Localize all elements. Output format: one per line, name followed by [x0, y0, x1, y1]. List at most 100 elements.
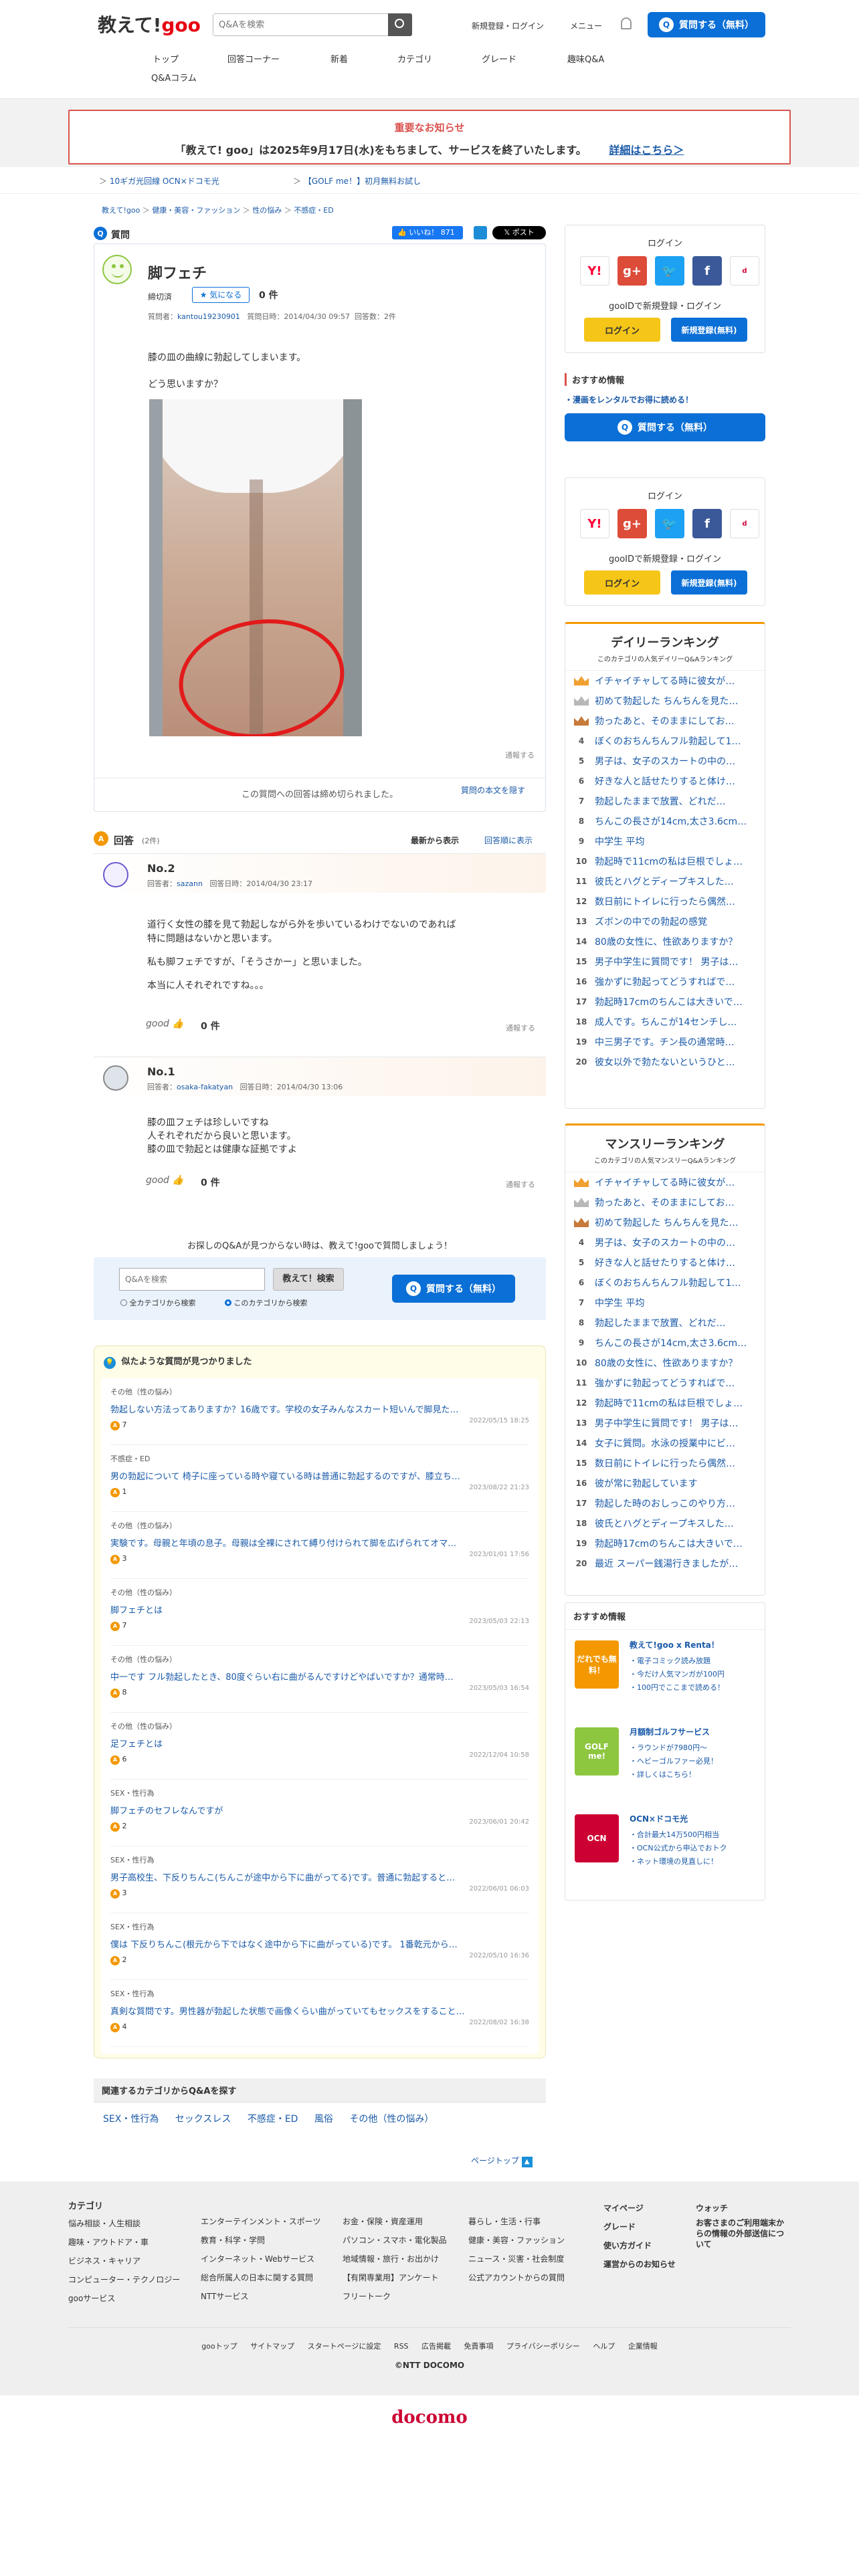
sort-order[interactable]: 回答順に表示: [484, 835, 533, 846]
promo-title[interactable]: 月額制ゴルフサービス: [630, 1726, 761, 1737]
promo-line[interactable]: ・合計最大14万500円相当: [630, 1828, 761, 1842]
footer-link[interactable]: 暮らし・生活・行事: [468, 2212, 589, 2231]
similar-question-item[interactable]: その他（性の悩み） 足フェチとは A 6 2022/12/04 10:58: [110, 1713, 529, 1780]
ranking-item[interactable]: 6 ぼくのおちんちんフル勃起して1…: [565, 1273, 765, 1293]
promo-line[interactable]: ・電子コミック読み放題: [630, 1654, 761, 1668]
ranking-item[interactable]: 12 数日前にトイレに行ったら偶然…: [565, 891, 765, 911]
related-category-link[interactable]: 風俗: [314, 2114, 333, 2125]
similar-question-item[interactable]: その他（性の悩み） 中一です フル勃起したとき、80度ぐらい右に曲がるんですけどや…: [110, 1646, 529, 1713]
ranking-item[interactable]: 15 数日前にトイレに行ったら偶然…: [565, 1453, 765, 1473]
good-button[interactable]: good 👍: [146, 1018, 184, 1029]
ask-search-button[interactable]: 教えて！検索: [273, 1268, 344, 1291]
good-button[interactable]: good 👍: [146, 1175, 184, 1186]
header-ask-button[interactable]: Q 質問する（無料）: [648, 12, 765, 37]
facebook-login-icon[interactable]: f: [692, 509, 722, 538]
footer-link[interactable]: エンターテインメント・スポーツ: [201, 2212, 335, 2231]
footer-link[interactable]: 公式アカウントからの質問: [468, 2268, 589, 2287]
answerer-link[interactable]: osaka-fakatyan: [177, 1083, 233, 1091]
promo-line[interactable]: ・今だけ人気マンガが100円: [630, 1668, 761, 1681]
ad-link-golf[interactable]: ＞ 【GOLF me！】初月無料お試し: [293, 175, 421, 187]
promo-item[interactable]: OCN OCN×ドコモ光 ・合計最大14万500円相当 ・OCN公式から申込でおトク・…: [565, 1804, 765, 1891]
similar-question-link[interactable]: 男の勃起について 椅子に座っている時や寝ている時は普通に勃起するのですが、膝立ち…: [110, 1469, 529, 1482]
footer-link[interactable]: 悩み相談・人生相談: [68, 2214, 189, 2233]
similar-question-item[interactable]: その他（性の悩み） 脚フェチとは A 7 2023/05/03 22:13: [110, 1579, 529, 1646]
question-image[interactable]: [149, 399, 362, 736]
ranking-item[interactable]: 8 勃起したままで放置、どれだ…: [565, 1313, 765, 1333]
footer-link[interactable]: gooトップ: [201, 2342, 237, 2351]
footer-link[interactable]: マイページ: [603, 2199, 684, 2218]
ranking-item[interactable]: 4 ぼくのおちんちんフル勃起して1…: [565, 731, 765, 751]
footer-link[interactable]: 企業情報: [628, 2342, 658, 2351]
radio-all[interactable]: 全カテゴリから検索: [120, 1297, 196, 1308]
ranking-item[interactable]: 14 80歳の女性に、性欲ありますか？: [565, 932, 765, 952]
nav-top[interactable]: トップ: [153, 52, 179, 65]
register-button[interactable]: 新規登録(無料): [671, 318, 747, 342]
nav-hobby[interactable]: 趣味Q&A: [567, 52, 604, 65]
ranking-item[interactable]: 16 強かずに勃起ってどうすればで…: [565, 972, 765, 992]
similar-question-link[interactable]: 足フェチとは: [110, 1737, 529, 1749]
twitter-login-icon[interactable]: 🐦: [655, 256, 684, 286]
promo-line[interactable]: ・ヘビーゴルファー必見！: [630, 1755, 761, 1768]
related-category-link[interactable]: セックスレス: [175, 2114, 231, 2125]
footer-link[interactable]: ウォッチ: [696, 2199, 789, 2218]
footer-link[interactable]: 使い方ガイド: [603, 2236, 684, 2255]
ranking-item[interactable]: 11 強かずに勃起ってどうすればで…: [565, 1373, 765, 1393]
footer-link[interactable]: フリートーク: [343, 2287, 463, 2306]
promo-line[interactable]: ・100円でここまで読める！: [630, 1681, 761, 1695]
footer-link[interactable]: NTTサービス: [201, 2287, 335, 2306]
like-button[interactable]: 👍 いいね！ 871: [392, 226, 463, 239]
sort-newest[interactable]: 最新から表示: [411, 835, 459, 846]
docomo-login-icon[interactable]: d: [730, 256, 759, 286]
ranking-item[interactable]: イチャイチャしてる時に彼女が…: [565, 671, 765, 691]
ask-search-input[interactable]: [119, 1268, 265, 1291]
docomo-logo[interactable]: docomo: [0, 2407, 859, 2428]
ranking-item[interactable]: 15 男子中学生に質問です！ 男子は…: [565, 952, 765, 972]
ranking-item[interactable]: 14 女子に質問。水泳の授業中にビ…: [565, 1433, 765, 1453]
bell-icon[interactable]: [621, 17, 632, 29]
ranking-item[interactable]: 6 好きな人と話せたりすると体け…: [565, 771, 765, 791]
sidebar-ask-button[interactable]: Q 質問する（無料）: [565, 413, 765, 441]
login-button[interactable]: ログイン: [584, 318, 660, 342]
ranking-item[interactable]: 20 最近 スーパー銭湯行きましたが…: [565, 1553, 765, 1574]
footer-link[interactable]: スタートページに設定: [308, 2342, 381, 2351]
ranking-item[interactable]: 5 男子は、女子のスカートの中の…: [565, 751, 765, 771]
breadcrumb-item[interactable]: 性の悩み: [252, 206, 282, 215]
follow-button[interactable]: ★ 気になる: [192, 287, 250, 303]
nav-answer[interactable]: 回答コーナー: [227, 52, 280, 65]
ad-link-ocn[interactable]: ＞ 10ギガ光回線 OCN×ドコモ光: [99, 175, 219, 187]
footer-link[interactable]: ビジネス・キャリア: [68, 2252, 189, 2270]
footer-link[interactable]: 趣味・アウトドア・車: [68, 2233, 189, 2252]
docomo-login-icon[interactable]: d: [730, 509, 759, 538]
share-x-button[interactable]: 𝕏 ポスト: [492, 226, 546, 239]
ranking-item[interactable]: 8 ちんこの長さが14cm,太さ3.6cm…: [565, 811, 765, 831]
facebook-login-icon[interactable]: f: [692, 256, 722, 286]
twitter-login-icon[interactable]: 🐦: [655, 509, 684, 538]
ranking-item[interactable]: 20 彼女以外で勃たないというひと…: [565, 1052, 765, 1072]
report-link[interactable]: 通報する: [505, 750, 535, 760]
nav-category[interactable]: カテゴリ: [397, 52, 432, 65]
similar-question-link[interactable]: 脚フェチとは: [110, 1603, 529, 1616]
promo-item[interactable]: GOLF me! 月額制ゴルフサービス ・ラウンドが7980円～ ・ヘビーゴルファー必…: [565, 1717, 765, 1804]
similar-question-link[interactable]: 男子高校生、下反りちんこ(ちんこが途中から下に曲がってる)です。普通に勃起すると…: [110, 1870, 529, 1883]
footer-link[interactable]: インターネット・Webサービス: [201, 2250, 335, 2268]
footer-link[interactable]: 総合所属人の日本に関する質問: [201, 2268, 335, 2287]
footer-link[interactable]: プライバシーポリシー: [506, 2342, 580, 2351]
similar-question-link[interactable]: 勃起しない方法ってありますか？16歳です。学校の女子みんなスカート短いんで脚見た…: [110, 1402, 529, 1415]
promo-title[interactable]: OCN×ドコモ光: [630, 1813, 761, 1824]
similar-question-item[interactable]: SEX・性行為 真剣な質問です。男性器が勃起した状態で画像くらい曲がっていてもセッ…: [110, 1980, 529, 2047]
ranking-item[interactable]: 13 ズボンの中での勃起の感覚: [565, 911, 765, 932]
ranking-item[interactable]: 19 勃起時17cmのちんこは大きいで…: [565, 1533, 765, 1553]
similar-question-link[interactable]: 脚フェチのセフレなんですが: [110, 1804, 529, 1816]
ranking-item[interactable]: 11 彼氏とハグとディープキスした…: [565, 871, 765, 891]
ranking-item[interactable]: 18 彼氏とハグとディープキスした…: [565, 1513, 765, 1533]
login-button[interactable]: ログイン: [584, 570, 660, 595]
related-category-link[interactable]: 不感症・ED: [248, 2114, 298, 2125]
ranking-item[interactable]: 10 80歳の女性に、性欲ありますか？: [565, 1353, 765, 1373]
ranking-item[interactable]: 初めて勃起した ちんちんを見た…: [565, 1212, 765, 1232]
ranking-item[interactable]: 19 中三男子です。チン長の通常時…: [565, 1032, 765, 1052]
ranking-item[interactable]: 7 勃起したままで放置、どれだ…: [565, 791, 765, 811]
similar-question-item[interactable]: SEX・性行為 僕は 下反りちんこ(根元から下ではなく途中から下に曲がっている)で…: [110, 1913, 529, 1980]
ranking-item[interactable]: 勃ったあと、そのままにしてお…: [565, 1192, 765, 1212]
footer-link[interactable]: 【有閑専業用】アンケート: [343, 2268, 463, 2287]
reco-link[interactable]: ・漫画をレンタルでお得に読める！: [565, 394, 765, 405]
